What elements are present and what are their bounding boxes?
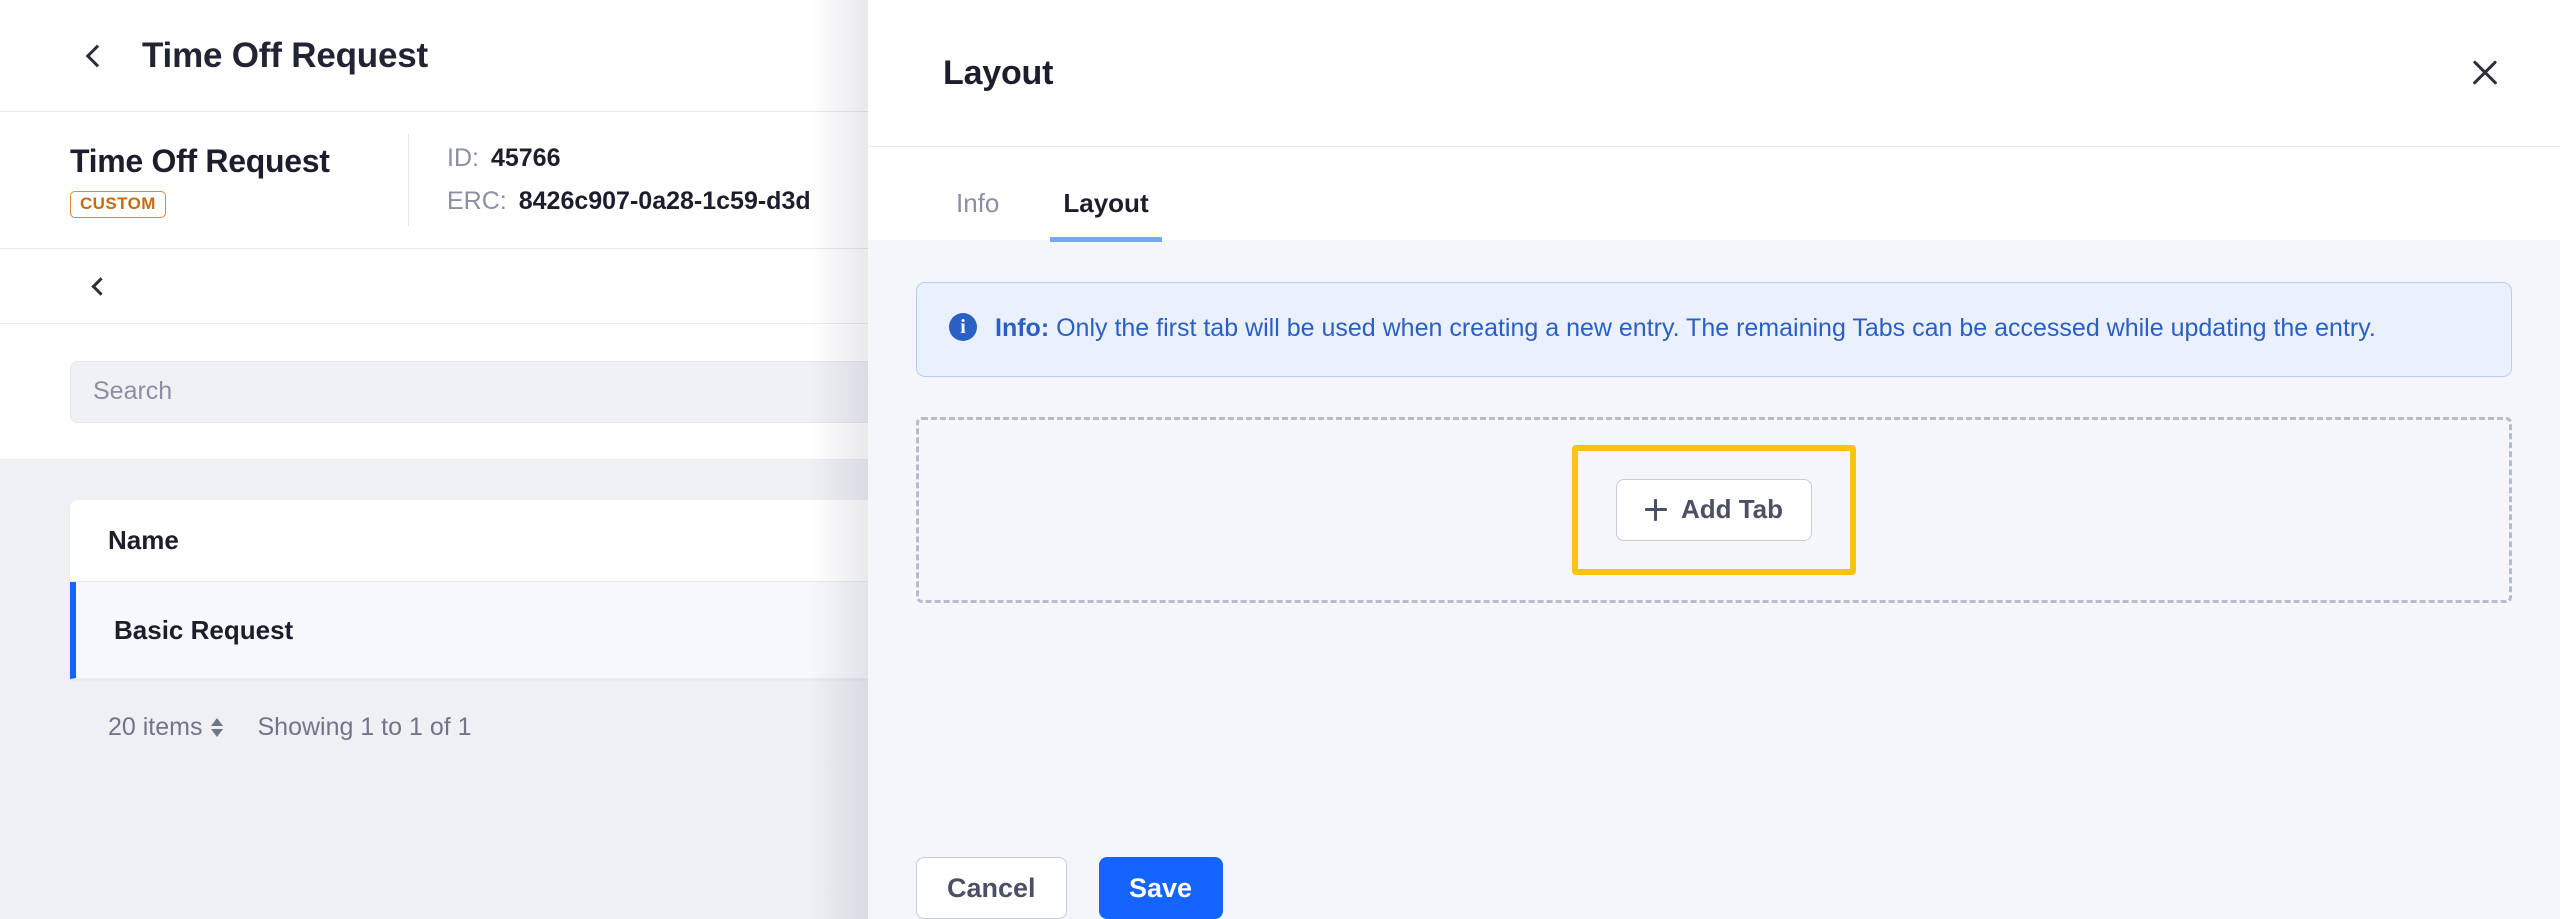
status-badge: CUSTOM	[70, 190, 166, 218]
page-title: Time Off Request	[142, 35, 428, 75]
drawer-footer: Cancel Save	[868, 825, 2560, 919]
drawer-body: i Info: Only the first tab will be used …	[868, 240, 2560, 825]
entity-erc-label: ERC:	[447, 187, 507, 215]
chevron-left-icon	[90, 276, 110, 296]
info-banner-prefix: Info:	[995, 314, 1050, 342]
showing-range-label: Showing 1 to 1 of 1	[257, 713, 472, 741]
tabs-dropzone[interactable]: Add Tab	[916, 416, 2512, 603]
back-button[interactable]	[80, 39, 114, 73]
chevron-left-icon	[85, 44, 109, 67]
entity-id-label: ID:	[447, 144, 479, 172]
entity-metadata: ID: 45766 ERC: 8426c907-0a28-1c59-d3d	[447, 144, 811, 216]
entity-id-row: ID: 45766	[447, 144, 811, 173]
column-header-name: Name	[108, 525, 179, 555]
add-tab-highlight: Add Tab	[1571, 444, 1857, 575]
entity-id-value: 45766	[490, 144, 561, 172]
info-banner-text: Info: Only the first tab will be used wh…	[995, 309, 2376, 348]
tab-layout[interactable]: Layout	[1050, 188, 1162, 242]
save-button[interactable]: Save	[1098, 857, 1223, 919]
info-icon: i	[949, 313, 977, 341]
page-size-label: 20 items	[108, 713, 203, 741]
add-tab-label: Add Tab	[1680, 494, 1784, 525]
page-size-selector[interactable]: 20 items	[108, 713, 224, 742]
layout-drawer: Layout Info Layout i Info: Only the firs…	[868, 0, 2560, 919]
cancel-button[interactable]: Cancel	[916, 857, 1067, 919]
drawer-header: Layout	[868, 0, 2560, 147]
sub-back-button[interactable]	[85, 271, 115, 301]
tab-info[interactable]: Info	[943, 188, 1012, 242]
entity-erc-value: 8426c907-0a28-1c59-d3d	[518, 187, 811, 215]
entity-identity: Time Off Request CUSTOM	[70, 143, 400, 218]
plus-icon	[1644, 498, 1667, 521]
add-tab-button[interactable]: Add Tab	[1615, 478, 1813, 541]
entity-name: Time Off Request	[70, 142, 330, 179]
vertical-divider	[408, 134, 409, 226]
close-icon[interactable]	[2458, 46, 2512, 100]
entity-erc-row: ERC: 8426c907-0a28-1c59-d3d	[447, 187, 811, 216]
drawer-title: Layout	[943, 53, 1054, 92]
info-banner: i Info: Only the first tab will be used …	[916, 282, 2512, 377]
drawer-tab-bar: Info Layout	[868, 147, 2560, 242]
cell-name: Basic Request	[114, 614, 294, 645]
info-banner-message: Only the first tab will be used when cre…	[1056, 314, 2376, 342]
sort-updown-icon	[211, 718, 224, 737]
